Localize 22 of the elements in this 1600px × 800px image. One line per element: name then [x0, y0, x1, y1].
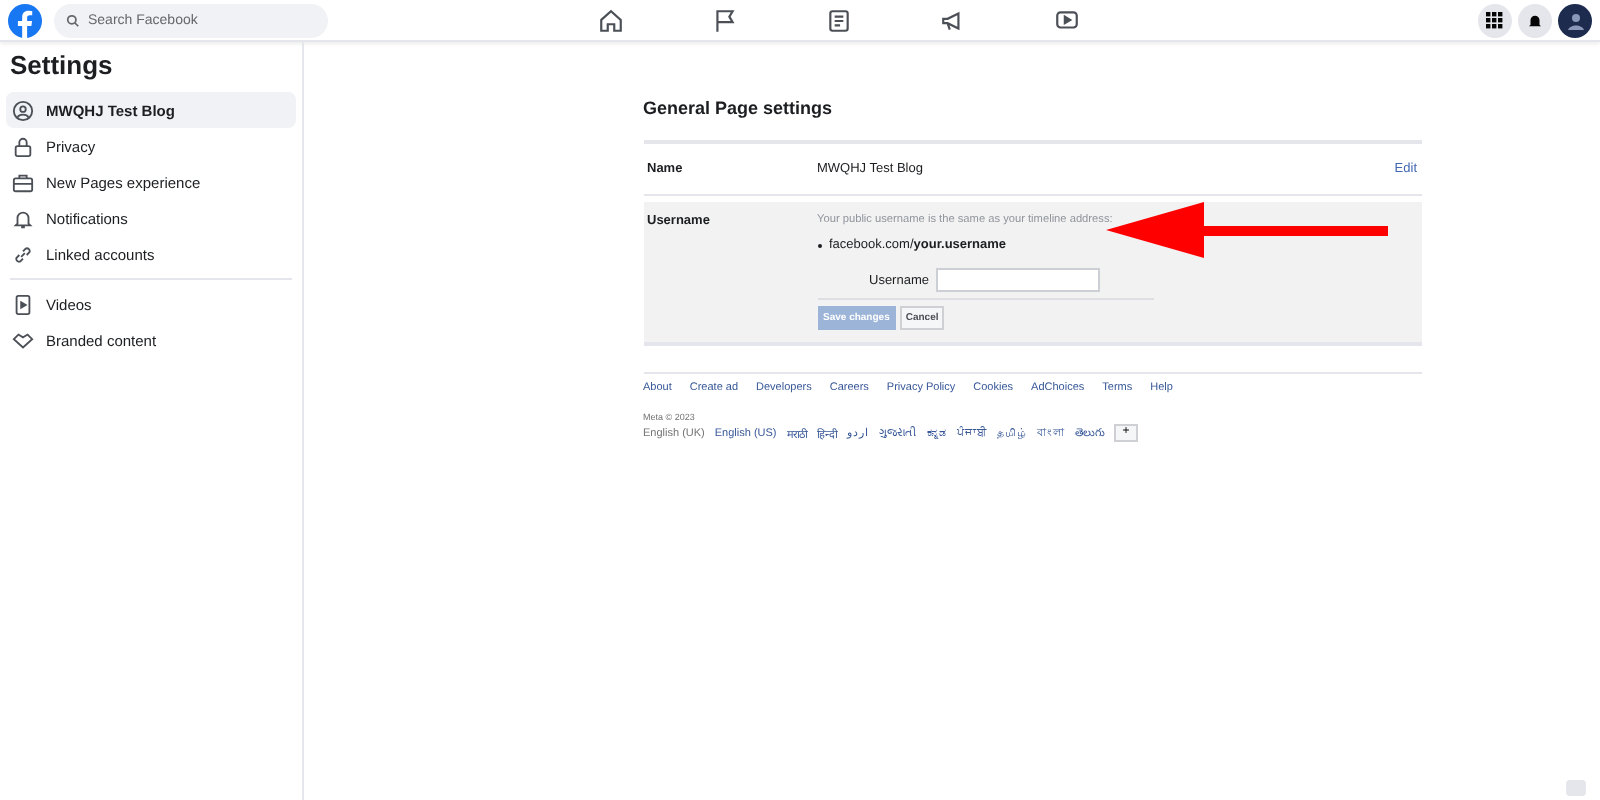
video-icon: [12, 293, 34, 315]
person-icon: [1565, 10, 1585, 30]
bell-icon: [12, 207, 34, 229]
briefcase-icon: [12, 171, 34, 193]
megaphone-icon[interactable]: [940, 7, 966, 33]
username-input[interactable]: [936, 268, 1101, 292]
notifications-button[interactable]: [1518, 3, 1552, 37]
avatar[interactable]: [1558, 3, 1592, 37]
page-title: General Page settings: [643, 98, 835, 118]
logo-icon[interactable]: [8, 3, 42, 37]
lock-icon: [12, 135, 34, 157]
grid-icon: [1486, 11, 1504, 29]
sidebar-title: Settings: [8, 50, 115, 84]
video-icon[interactable]: [1054, 7, 1080, 33]
person-icon: [12, 99, 34, 121]
bell-icon: [1526, 11, 1544, 29]
flag-icon[interactable]: [712, 7, 738, 33]
link-icon: [12, 243, 34, 265]
newspaper-icon[interactable]: [826, 7, 852, 33]
menu-button[interactable]: [1478, 3, 1512, 37]
search-icon: [66, 13, 80, 27]
home-icon[interactable]: [598, 7, 624, 33]
